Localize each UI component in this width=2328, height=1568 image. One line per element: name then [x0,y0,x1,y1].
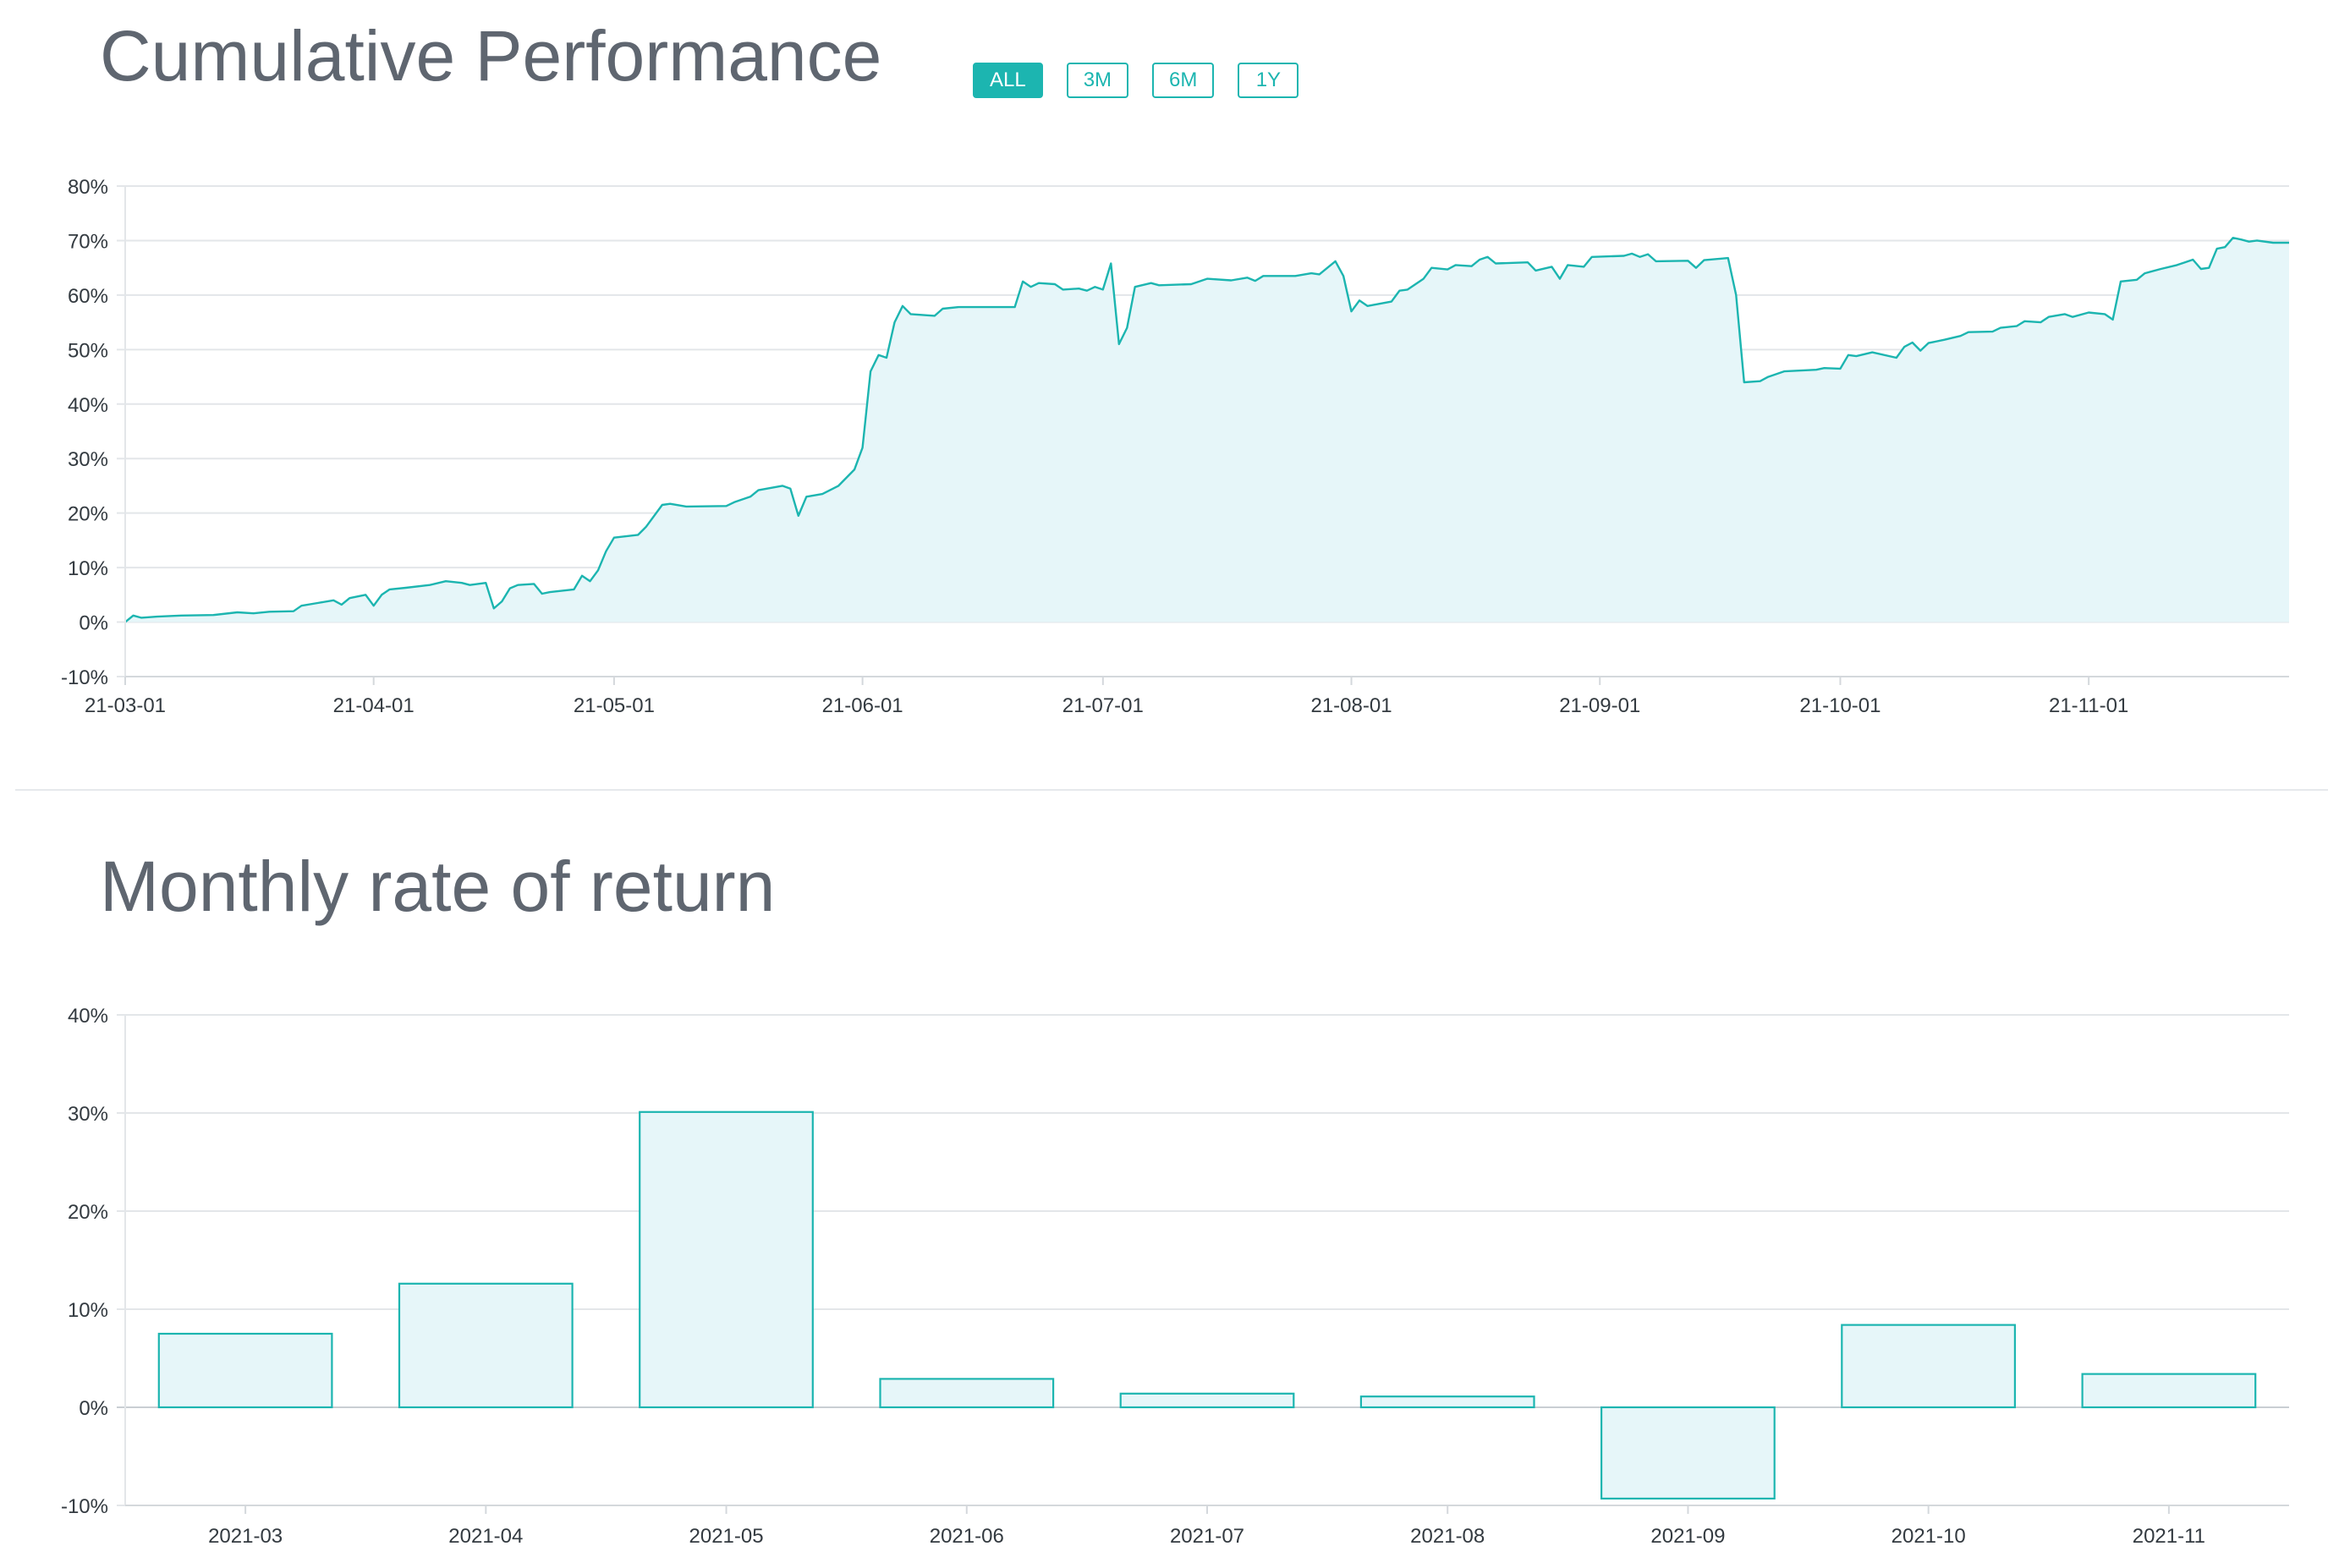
x-tick-label: 2021-07 [1170,1525,1244,1548]
y-tick-label: 10% [68,1299,108,1322]
bar-2021-03 [157,1332,333,1409]
y-tick-label: 60% [68,285,108,308]
bar-2021-10 [1841,1324,2017,1409]
y-tick-label: 40% [68,394,108,417]
bar-2021-07 [1119,1392,1295,1409]
y-tick-label: 10% [68,557,108,580]
x-tick-label: 21-05-01 [574,694,655,717]
y-tick-label: -10% [61,1495,108,1518]
x-tick-label: 21-10-01 [1799,694,1881,717]
x-tick-label: 21-03-01 [85,694,166,717]
monthly-y-tick-labels: -10% 0% 10% 20% 30% 40% [61,1005,108,1518]
x-tick-label: 2021-04 [448,1525,523,1548]
y-tick-label: 0% [79,612,108,635]
monthly-return-title: Monthly rate of return [100,847,776,926]
x-tick-label: 21-06-01 [822,694,903,717]
y-tick-label: 20% [68,503,108,526]
range-button-6m[interactable]: 6M [1152,63,1215,98]
y-tick-label: -10% [61,666,108,689]
y-tick-label: 30% [68,1103,108,1126]
x-tick-label: 21-11-01 [2049,694,2128,717]
x-tick-label: 21-04-01 [333,694,415,717]
cumulative-x-tick-labels: 21-03-01 21-04-01 21-05-01 21-06-01 21-07-01… [85,694,2128,717]
range-selector: ALL 3M 6M 1Y [973,63,1299,98]
monthly-bars [157,1110,2257,1500]
bar-2021-11 [2081,1373,2257,1409]
y-tick-label: 70% [68,230,108,253]
bar-2021-08 [1359,1395,1535,1409]
monthly-return-chart: -10% 0% 10% 20% 30% 40% 2021-03 2021-04 2021-05… [61,1005,2289,1548]
range-button-1y[interactable]: 1Y [1238,63,1299,98]
range-button-3m[interactable]: 3M [1066,63,1129,98]
y-tick-label: 40% [68,1005,108,1028]
bar-2021-04 [398,1282,574,1409]
y-tick-label: 80% [68,176,108,199]
x-tick-label: 21-08-01 [1310,694,1392,717]
x-tick-label: 21-09-01 [1559,694,1640,717]
cumulative-performance-title: Cumulative Performance [100,16,882,96]
bar-2021-05 [639,1110,814,1409]
bar-2021-06 [879,1378,1055,1409]
x-tick-label: 2021-09 [1650,1525,1725,1548]
cumulative-performance-chart: -10%0%10%20%30%40%50%60%70%80% 21-03-01 2… [61,176,2289,717]
y-tick-label: 0% [79,1397,108,1420]
section-divider [15,789,2328,791]
x-tick-label: 21-07-01 [1062,694,1144,717]
x-tick-label: 2021-05 [689,1525,764,1548]
cumulative-y-tick-labels: -10% 0% 10% 20% 30% 40% 50% 60% 70% 80% [61,176,108,689]
monthly-axis [124,1015,2289,1514]
bar-2021-09 [1600,1406,1776,1500]
range-button-all[interactable]: ALL [973,63,1043,98]
monthly-x-tick-labels: 2021-03 2021-04 2021-05 2021-06 2021-07 2021-… [208,1525,2205,1548]
y-tick-label: 30% [68,448,108,471]
y-tick-label: 20% [68,1201,108,1224]
x-tick-label: 2021-10 [1891,1525,1966,1548]
x-tick-label: 2021-03 [208,1525,283,1548]
monthly-grid [117,1014,2289,1506]
x-tick-label: 2021-06 [930,1525,1004,1548]
x-tick-label: 2021-11 [2133,1525,2205,1548]
y-tick-label: 50% [68,339,108,362]
x-tick-label: 2021-08 [1410,1525,1485,1548]
